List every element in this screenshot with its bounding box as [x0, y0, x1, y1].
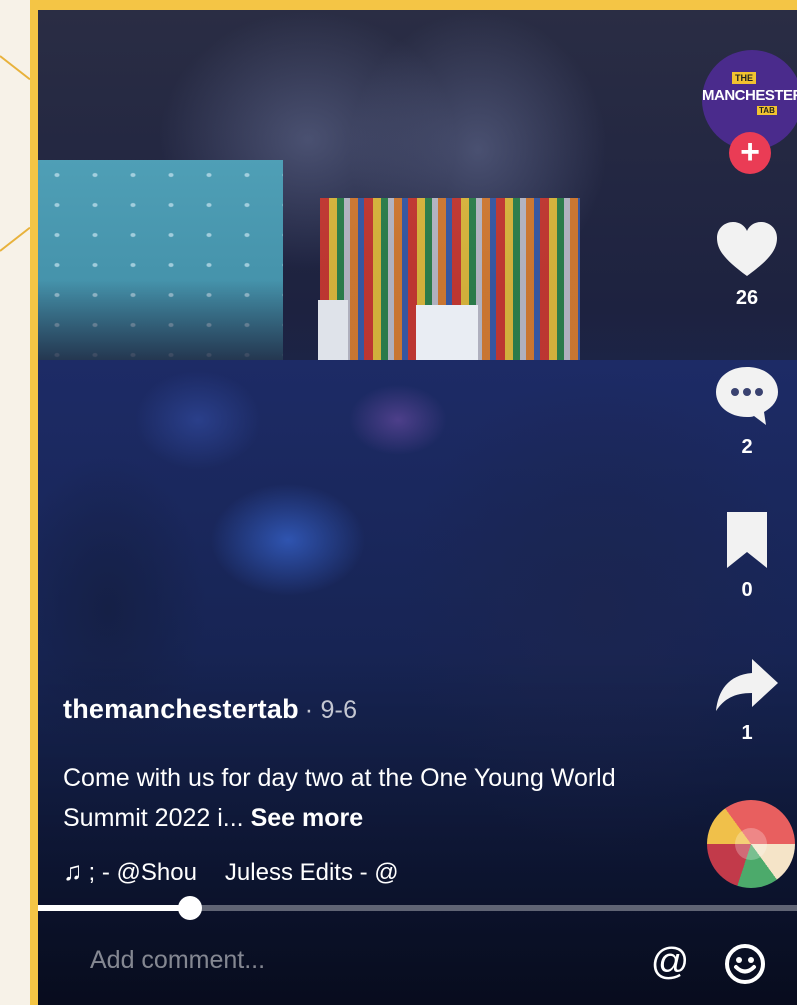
share-icon[interactable]: [714, 655, 780, 713]
heart-icon[interactable]: [715, 220, 779, 278]
progress-handle[interactable]: [177, 896, 202, 920]
decorative-line: [0, 226, 31, 252]
action-rail: THE MANCHESTER TAB + 26 2 0 1: [697, 40, 797, 900]
at-icon[interactable]: @: [646, 938, 694, 986]
see-more-link[interactable]: See more: [251, 804, 364, 832]
like-count: 26: [735, 287, 759, 309]
comment-icon[interactable]: [714, 365, 780, 427]
music-text-b: Juless Edits - @: [224, 859, 399, 886]
progress-fill: [38, 905, 190, 911]
like-button[interactable]: 26: [697, 220, 797, 310]
bookmark-count: 0: [741, 579, 753, 601]
avatar-tag-bottom: TAB: [757, 106, 777, 115]
comment-count: 2: [741, 436, 753, 458]
post-caption: Come with us for day two at the One Youn…: [63, 758, 643, 838]
comment-input[interactable]: [88, 945, 512, 976]
avatar-tag-top: THE: [732, 72, 756, 84]
post-date: · 9-6: [304, 696, 358, 724]
share-button[interactable]: 1: [697, 655, 797, 745]
decorative-line: [0, 55, 31, 81]
video-player[interactable]: themanchestertab · 9-6 Come with us for d…: [38, 10, 797, 1005]
music-ticker[interactable]: ♫; - @Shou Juless Edits - @: [63, 856, 399, 887]
bookmark-icon[interactable]: [722, 510, 772, 570]
music-note-icon: ♫: [63, 856, 83, 886]
share-count: 1: [741, 722, 753, 744]
music-disc[interactable]: [707, 800, 795, 888]
emoji-icon[interactable]: [723, 942, 767, 986]
comment-button[interactable]: 2: [697, 365, 797, 459]
bookmark-button[interactable]: 0: [697, 510, 797, 602]
plus-icon[interactable]: +: [729, 132, 771, 174]
author-name[interactable]: themanchestertab: [63, 694, 299, 724]
panel-speakers: [38, 280, 283, 370]
music-text-a: ; - @Shou: [88, 859, 197, 886]
post-author[interactable]: themanchestertab · 9-6: [63, 694, 357, 725]
video-progress-bar[interactable]: [38, 896, 797, 920]
avatar-brand: MANCHESTER: [702, 87, 797, 104]
